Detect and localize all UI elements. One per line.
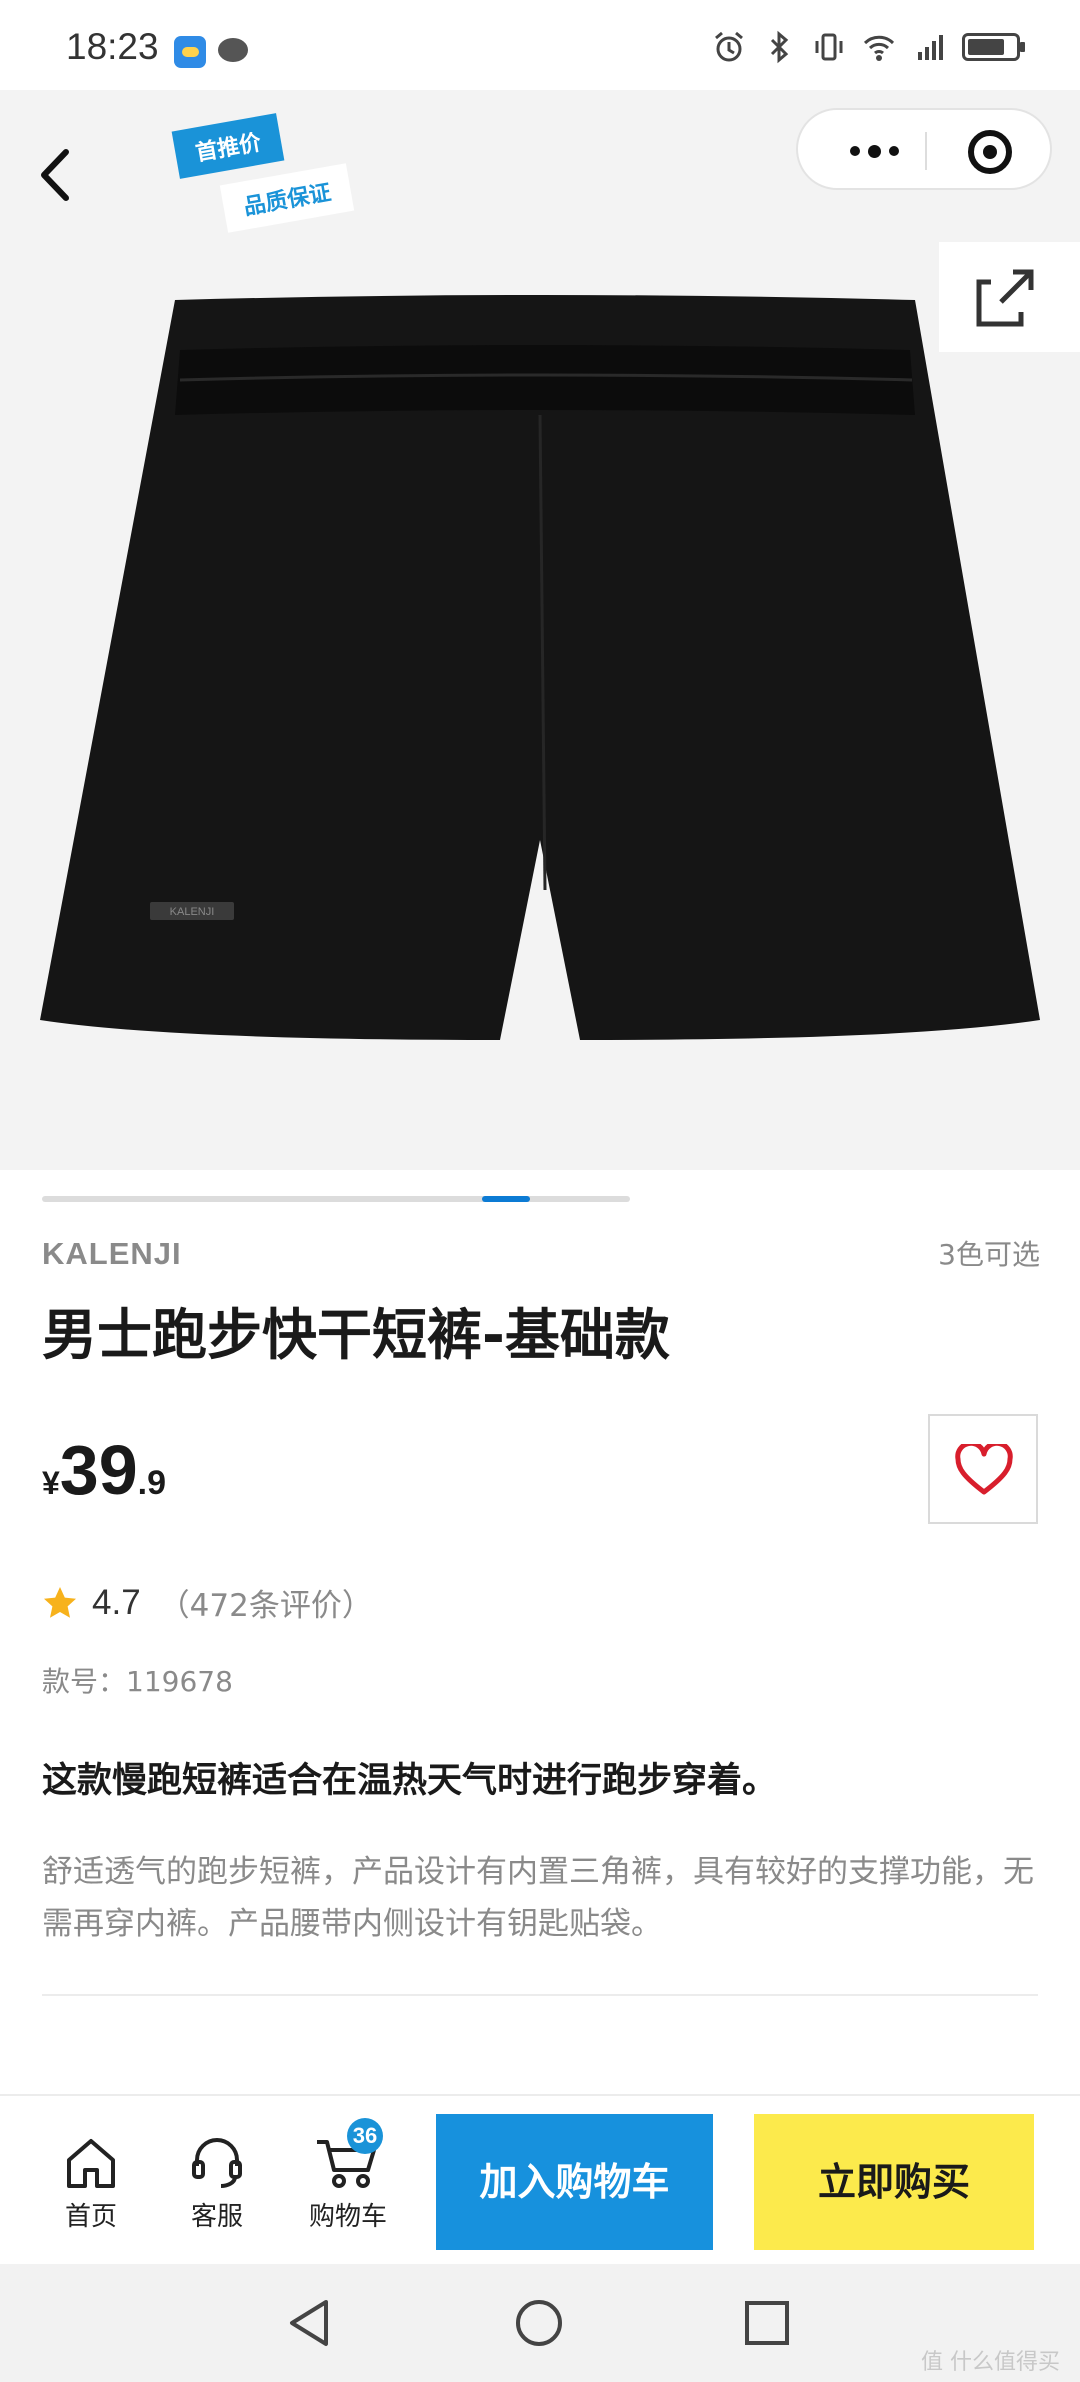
buy-now-button[interactable]: 立即购买	[754, 2114, 1034, 2250]
favorite-button[interactable]	[928, 1414, 1038, 1524]
heart-icon	[955, 1444, 1013, 1495]
system-recents-icon[interactable]	[744, 2300, 790, 2346]
battery-icon	[962, 33, 1025, 61]
badge-primary: 首推价	[171, 113, 285, 179]
description-heading: 这款慢跑短裤适合在温热天气时进行跑步穿着。	[42, 1761, 778, 1801]
close-target-icon[interactable]	[968, 130, 1012, 174]
product-sku: 款号：119678	[42, 1665, 233, 1698]
price-currency: ¥	[42, 1465, 60, 1501]
nav-home-label: 首页	[64, 2202, 117, 2232]
product-price: ¥39.9	[42, 1430, 166, 1510]
message-notification-icon	[218, 38, 248, 62]
nav-home[interactable]: 首页	[36, 2136, 146, 2233]
star-icon	[44, 1586, 76, 1618]
divider	[42, 1994, 1038, 1996]
system-back-icon[interactable]	[286, 2298, 334, 2348]
vibrate-icon	[815, 33, 843, 61]
garment-label: KALENJI	[170, 906, 215, 918]
more-options-icon[interactable]	[834, 132, 914, 170]
system-navigation-bar	[0, 2264, 1080, 2382]
cart-count-badge: 36	[347, 2118, 383, 2154]
add-to-cart-button[interactable]: 加入购物车	[436, 2114, 713, 2250]
status-bar: 18:23	[0, 0, 1080, 90]
gallery-progress	[42, 1196, 630, 1202]
promo-badge: 首推价 品质保证	[171, 113, 375, 233]
color-options[interactable]: 3色可选	[938, 1233, 1040, 1273]
nav-service-label: 客服	[190, 2202, 243, 2232]
description-body: 舒适透气的跑步短裤，产品设计有内置三角裤，具有较好的支撑功能，无需再穿内裤。产品…	[42, 1854, 1034, 1942]
bluetooth-icon	[770, 30, 789, 64]
badge-secondary: 品质保证	[219, 163, 355, 233]
nav-cart[interactable]: 36 购物车	[293, 2118, 403, 2233]
watermark: 值 什么值得买	[921, 2350, 1060, 2375]
system-home-icon[interactable]	[514, 2298, 564, 2348]
price-integer: 39	[59, 1431, 138, 1509]
weather-app-icon	[174, 36, 206, 68]
miniprogram-capsule	[796, 108, 1052, 190]
product-image-gallery[interactable]: 首推价 品质保证 KALENJI	[0, 90, 1080, 1170]
bottom-action-bar: 首页 客服 36 购物车 加入购物车 立即购买	[0, 2094, 1080, 2266]
product-shorts-image: KALENJI	[40, 295, 1040, 1040]
headset-icon	[192, 2138, 242, 2188]
back-arrow-icon[interactable]	[30, 140, 80, 210]
home-icon	[67, 2139, 115, 2188]
gallery-progress-indicator	[482, 1196, 530, 1202]
product-title: 男士跑步快干短裤-基础款	[42, 1303, 670, 1367]
nav-cart-label: 购物车	[308, 2202, 387, 2232]
product-rating[interactable]: 4.7 （472条评价）	[42, 1580, 373, 1625]
capsule-divider	[925, 132, 927, 170]
rating-score: 4.7	[92, 1582, 141, 1622]
alarm-icon	[715, 31, 743, 62]
price-decimal: .9	[137, 1464, 167, 1502]
wifi-icon	[863, 35, 895, 61]
product-brand[interactable]: KALENJI	[42, 1236, 182, 1272]
status-time: 18:23	[66, 26, 159, 67]
signal-4g-icon	[918, 35, 943, 60]
review-count[interactable]: （472条评价）	[159, 1580, 373, 1625]
nav-service[interactable]: 客服	[162, 2136, 272, 2233]
